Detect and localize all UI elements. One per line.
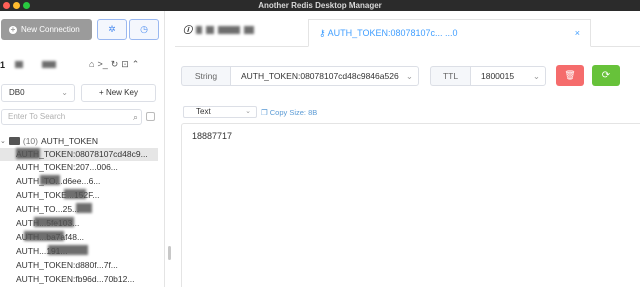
terminal-icon[interactable]: >_ — [97, 59, 107, 70]
connection-row[interactable]: 1 ⌂ >_ ↻ ⊡ ⌃ — [0, 58, 165, 72]
value-editor[interactable]: 18887717 — [181, 123, 640, 287]
key-type-label: String — [181, 66, 230, 86]
ttl-label: TTL — [430, 66, 470, 86]
refresh-icon[interactable]: ↻ — [111, 59, 119, 70]
sidebar-scrollbar[interactable] — [168, 246, 171, 260]
plus-icon: + — [9, 24, 17, 34]
key-item[interactable]: AUTH_TO...d6ee...6... — [0, 175, 158, 188]
key-name-input[interactable]: AUTH_TOKEN:08078107cd48c9846a526 ⌄ — [230, 66, 419, 86]
exact-match-checkbox[interactable] — [146, 112, 155, 121]
new-key-button[interactable]: + New Key — [81, 84, 156, 102]
key-filter-input[interactable]: Enter To Search ⌕ — [1, 109, 142, 125]
tab-key[interactable]: ⚷ AUTH_TOKEN:08078107c... ...0 × — [308, 19, 591, 47]
tab-bar: ⓘ ⚷ AUTH_TOKEN:08078107c... ...0 × — [175, 11, 640, 47]
key-item[interactable]: AUTH_TOKEN:fb96d...70b12... — [0, 273, 158, 286]
format-bar: Text ⌄ ❐ Copy Size: 8B — [183, 106, 317, 118]
expand-icon[interactable]: ⊡ — [121, 59, 129, 70]
chevron-down-icon: ⌄ — [245, 108, 251, 115]
close-icon[interactable]: × — [575, 20, 580, 47]
chevron-down-icon: ⌄ — [0, 138, 6, 145]
key-item[interactable]: AUTH...5fe103... — [0, 217, 158, 230]
folder-auth-token[interactable]: ⌄ (10) AUTH_TOKEN — [0, 135, 98, 147]
key-item[interactable]: AUTH_TOKEN:d880f...7f... — [0, 259, 158, 272]
copy-size-button[interactable]: ❐ Copy Size: 8B — [261, 108, 317, 117]
delete-key-button[interactable]: 🗑 — [556, 65, 584, 86]
format-select[interactable]: Text ⌄ — [183, 106, 257, 118]
folder-icon — [8, 137, 20, 145]
main-panel: ⓘ ⚷ AUTH_TOKEN:08078107c... ...0 × Strin… — [175, 11, 640, 287]
chevron-down-icon: ⌄ — [532, 71, 540, 81]
new-connection-button[interactable]: + New Connection — [1, 19, 92, 40]
tab-connection[interactable]: ⓘ — [183, 23, 255, 36]
key-item[interactable]: AUTH_TOKEN:207...006... — [0, 161, 158, 174]
window-title: Another Redis Desktop Manager — [258, 1, 382, 10]
key-icon: ⚷ — [319, 28, 326, 38]
db-select[interactable]: DB0 ⌄ — [1, 84, 75, 102]
search-icon: ⌕ — [132, 112, 138, 122]
chevron-down-icon: ⌄ — [61, 88, 68, 97]
settings-button[interactable]: ✲ — [97, 19, 127, 40]
collapse-icon[interactable]: ⌃ — [132, 59, 140, 70]
new-connection-label: New Connection — [21, 25, 80, 34]
gear-icon: ✲ — [108, 24, 116, 34]
refresh-icon: ⟳ — [601, 70, 611, 81]
history-button[interactable]: ◷ — [129, 19, 159, 40]
trash-icon: 🗑 — [564, 70, 576, 80]
ttl-input[interactable]: 1800015 ⌄ — [470, 66, 546, 86]
value-text: 18887717 — [192, 131, 233, 141]
clock-icon: ◷ — [140, 24, 148, 34]
copy-icon: ❐ — [261, 107, 268, 117]
chevron-down-icon: ⌄ — [405, 67, 413, 85]
home-icon[interactable]: ⌂ — [89, 59, 94, 70]
sidebar: + New Connection ✲ ◷ 1 ⌂ >_ ↻ ⊡ ⌃ DB0 ⌄ … — [0, 11, 171, 287]
connection-name: 1 — [0, 60, 6, 70]
window-titlebar: Another Redis Desktop Manager — [0, 0, 640, 11]
info-icon: ⓘ — [183, 25, 193, 35]
refresh-key-button[interactable]: ⟳ — [592, 65, 620, 86]
